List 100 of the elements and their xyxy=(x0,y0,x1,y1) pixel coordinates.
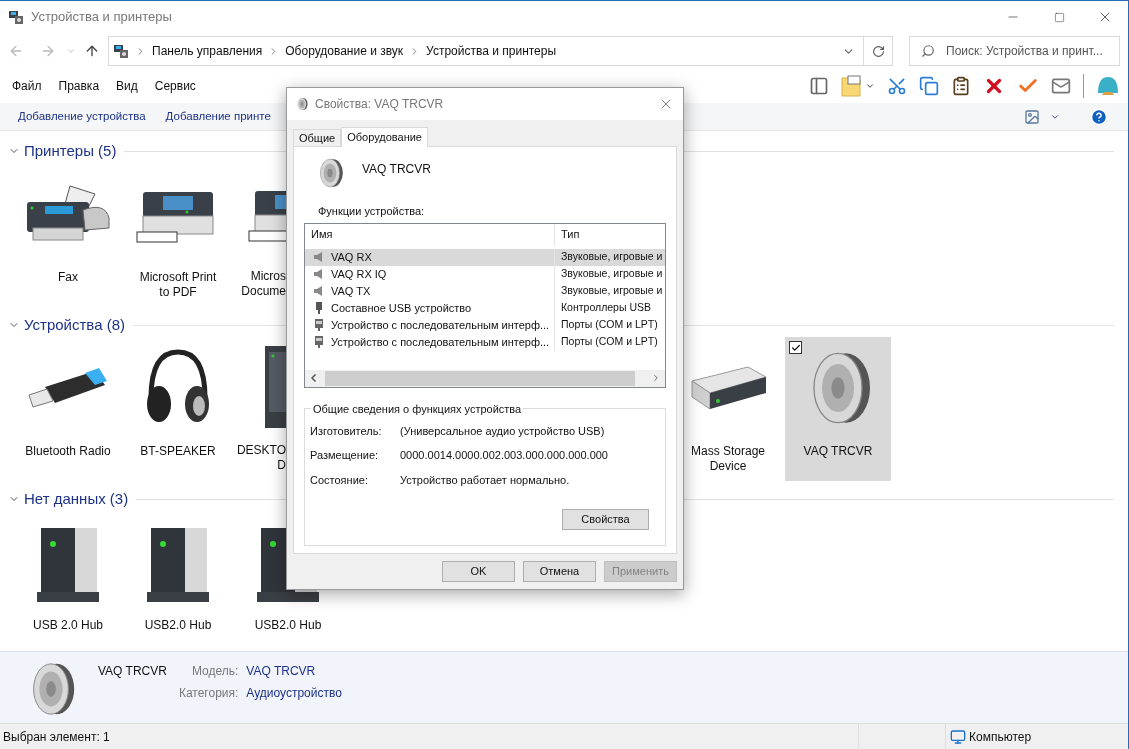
device-label: DESKTO xyxy=(236,443,286,458)
device-tile[interactable]: Fax xyxy=(15,163,121,307)
device-label: Docume xyxy=(241,284,286,299)
maximize-icon xyxy=(1053,11,1065,23)
pane-icon[interactable] xyxy=(809,76,829,96)
cut-icon[interactable] xyxy=(887,76,907,96)
function-row[interactable]: Устройство с последовательным интерф... Порты (COM и LPT) xyxy=(305,333,665,351)
horizontal-scrollbar[interactable] xyxy=(305,369,665,387)
breadcrumb-link[interactable]: Оборудование и звук xyxy=(285,42,404,60)
search-field[interactable]: Поиск: Устройства и принт... xyxy=(909,36,1120,66)
device-tile[interactable]: Mass Storage Device xyxy=(675,337,781,481)
group-header[interactable]: Нет данных (3) xyxy=(24,487,129,511)
connector-icon xyxy=(313,336,325,348)
device-label: Mass Storage xyxy=(690,444,765,459)
speaker-icon xyxy=(313,268,325,280)
fax-icon xyxy=(25,184,111,244)
command-button[interactable]: Добавление принте xyxy=(165,107,271,126)
column-header[interactable]: Имя xyxy=(305,223,555,246)
device-tile[interactable]: USB 2.0 Hub xyxy=(15,511,121,640)
function-type: Порты (COM и LPT) xyxy=(560,334,658,350)
device-label: USB2.0 Hub xyxy=(144,618,212,633)
field-value: 0000.0014.0000.002.003.000.000.000.000 xyxy=(400,448,609,463)
property-value: VAQ TRCVR xyxy=(246,663,317,680)
drive-icon xyxy=(688,363,768,413)
function-name: VAQ TX xyxy=(331,283,371,299)
function-row[interactable]: VAQ TX Звуковые, игровые и xyxy=(305,282,665,300)
function-name: VAQ RX IQ xyxy=(331,266,387,282)
speaker-icon xyxy=(295,97,309,111)
command-button[interactable]: Добавление устройства xyxy=(18,107,146,126)
function-row[interactable]: Составное USB устройство Контроллеры USB xyxy=(305,299,665,317)
properties-button[interactable]: Свойства xyxy=(562,508,649,530)
menu-item[interactable]: Сервис xyxy=(154,77,196,95)
dropdown-caret-icon[interactable] xyxy=(865,81,875,91)
device-label: USB2.0 Hub xyxy=(254,618,322,633)
device-label: Device xyxy=(709,459,747,474)
function-type: Звуковые, игровые и xyxy=(560,266,663,282)
dialog-title: Свойства: VAQ TRCVR xyxy=(315,96,444,113)
dialog-button[interactable]: Отмена xyxy=(523,561,596,582)
section-label: Функции устройства: xyxy=(318,204,426,219)
scroll-right-icon[interactable] xyxy=(651,373,661,383)
device-tile[interactable]: Microsoft Print to PDF xyxy=(125,163,231,307)
breadcrumb-link[interactable]: Панель управления xyxy=(152,42,263,60)
function-type: Контроллеры USB xyxy=(560,300,651,316)
menu-item[interactable]: Файл xyxy=(12,77,42,95)
field-label: Изготовитель: xyxy=(310,423,383,439)
speaker-icon xyxy=(313,251,325,263)
function-type: Порты (COM и LPT) xyxy=(560,317,658,333)
envelope-icon[interactable] xyxy=(1051,76,1071,96)
group-header[interactable]: Устройства (8) xyxy=(24,313,125,337)
refresh-icon xyxy=(871,44,885,58)
function-name: Составное USB устройство xyxy=(331,300,472,316)
breadcrumb-link[interactable]: Устройства и принтеры xyxy=(426,42,557,60)
function-name: Устройство с последовательным интерф... xyxy=(331,334,550,350)
devices-printers-icon xyxy=(113,43,129,59)
checkbox[interactable] xyxy=(789,341,802,354)
function-row[interactable]: Устройство с последовательным интерф... Порты (COM и LPT) xyxy=(305,316,665,334)
scroll-left-icon[interactable] xyxy=(309,373,319,383)
property-value: Аудиоустройство xyxy=(246,685,342,702)
device-tile[interactable]: BT-SPEAKER xyxy=(125,337,231,481)
function-row[interactable]: VAQ RX IQ Звуковые, игровые и xyxy=(305,265,665,283)
dialog-button[interactable]: OK xyxy=(442,561,515,582)
status-location: Компьютер xyxy=(969,728,1032,746)
field-label: Размещение: xyxy=(310,448,380,463)
device-label: USB 2.0 Hub xyxy=(32,618,103,633)
menu-item[interactable]: Правка xyxy=(58,77,100,95)
menu-item[interactable]: Вид xyxy=(116,77,138,95)
folder-icon[interactable] xyxy=(841,75,861,97)
plug-icon xyxy=(313,302,325,314)
device-label: Micros xyxy=(250,269,286,284)
device-label: VAQ TRCVR xyxy=(803,444,873,459)
speaker-icon xyxy=(313,285,325,297)
device-label: Bluetooth Radio xyxy=(25,444,111,459)
tab[interactable]: Общие xyxy=(293,129,342,146)
device-label: Fax xyxy=(58,270,78,285)
device-tile[interactable]: Bluetooth Radio xyxy=(15,337,121,481)
group-header[interactable]: Принтеры (5) xyxy=(24,139,117,163)
function-name: VAQ RX xyxy=(331,249,372,265)
device-tile[interactable]: USB2.0 Hub xyxy=(125,511,231,640)
computer-icon xyxy=(950,728,966,745)
view-icon[interactable] xyxy=(1024,108,1040,125)
function-type: Звуковые, игровые и xyxy=(560,249,663,265)
tab[interactable]: Оборудование xyxy=(341,127,428,147)
device-label: D xyxy=(277,458,286,473)
function-name: Устройство с последовательным интерф... xyxy=(331,317,550,333)
up-icon[interactable] xyxy=(84,43,100,59)
device-name: VAQ TRCVR xyxy=(362,161,431,178)
field-label: Состояние: xyxy=(310,472,369,488)
device-name: VAQ TRCVR xyxy=(98,663,167,680)
check-icon xyxy=(790,342,801,353)
clipboard-icon[interactable] xyxy=(951,76,971,96)
device-tile[interactable]: VAQ TRCVR xyxy=(785,337,891,481)
function-row[interactable]: VAQ RX Звуковые, игровые и xyxy=(305,248,665,266)
copy-icon[interactable] xyxy=(919,76,939,96)
field-value: Устройство работает нормально. xyxy=(400,472,571,488)
column-header[interactable]: Тип xyxy=(555,226,580,243)
help-icon[interactable] xyxy=(1090,107,1108,126)
address-bar[interactable]: Панель управления Оборудование и звук Устройства и принтеры xyxy=(108,36,893,66)
device-label: BT-SPEAKER xyxy=(140,444,216,459)
devices-printers-icon xyxy=(8,9,24,25)
status-text: Выбран элемент: 1 xyxy=(2,728,111,746)
